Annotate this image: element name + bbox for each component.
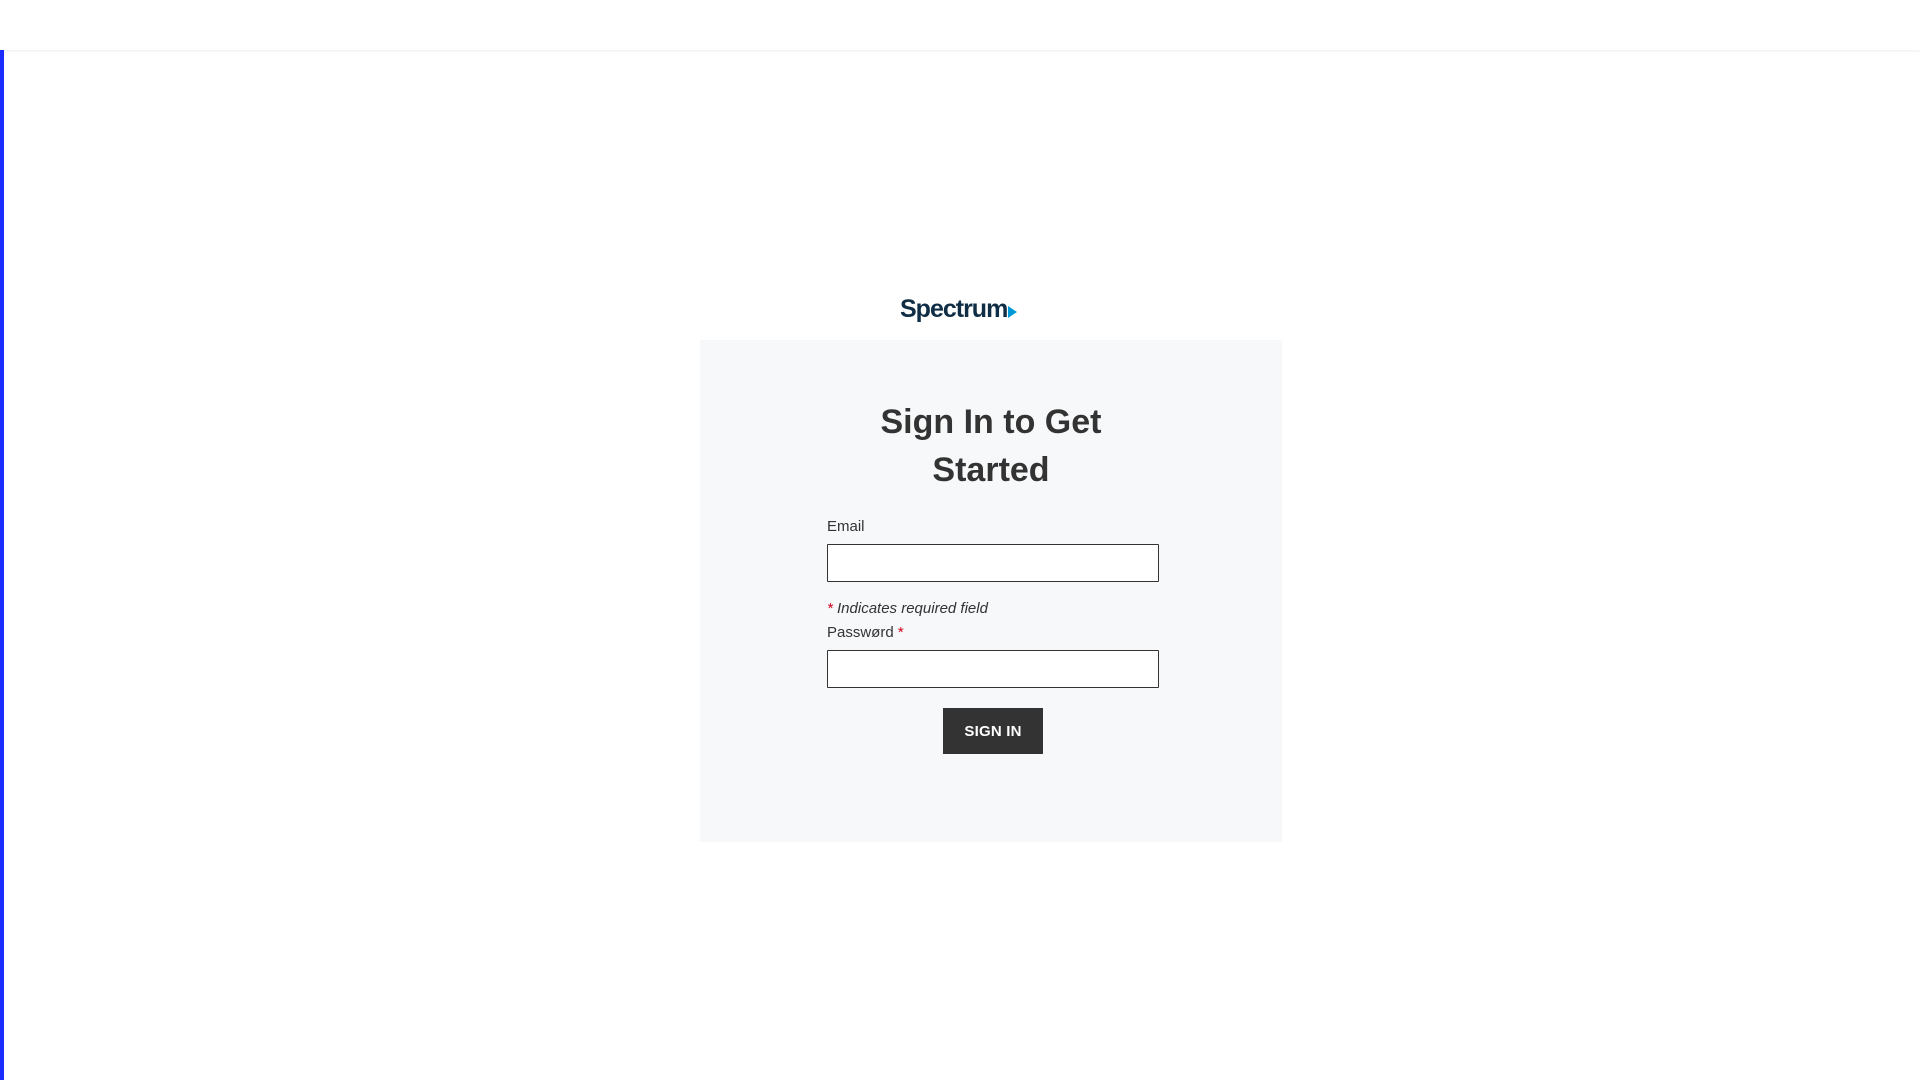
top-bar: [0, 0, 1920, 50]
required-marker: *: [827, 600, 833, 617]
logo-arrow-icon: [1008, 306, 1018, 318]
password-label-text: Passwørd: [827, 624, 894, 641]
email-label: Email: [827, 518, 865, 535]
password-field[interactable]: [827, 650, 1159, 688]
required-note-text: Indicates required field: [837, 600, 988, 617]
page-title: Sign In to Get Started: [880, 403, 1102, 489]
required-field-note: * Indicates required field: [827, 600, 988, 617]
focus-indicator: [0, 50, 4, 1080]
logo-wordmark: Spectrum: [900, 294, 1008, 323]
sign-in-card: Sign In to Get Started Email * Indicates…: [700, 340, 1282, 842]
sign-in-button[interactable]: SIGN IN: [943, 708, 1043, 754]
email-field[interactable]: [827, 544, 1159, 582]
password-required-marker: *: [897, 624, 904, 641]
spectrum-logo: Spectrum: [900, 294, 1020, 324]
password-label: Passwørd *: [827, 624, 904, 641]
page: Spectrum Sign In to Get Started Email * …: [0, 0, 1920, 1080]
email-label-text: Email: [827, 518, 865, 535]
